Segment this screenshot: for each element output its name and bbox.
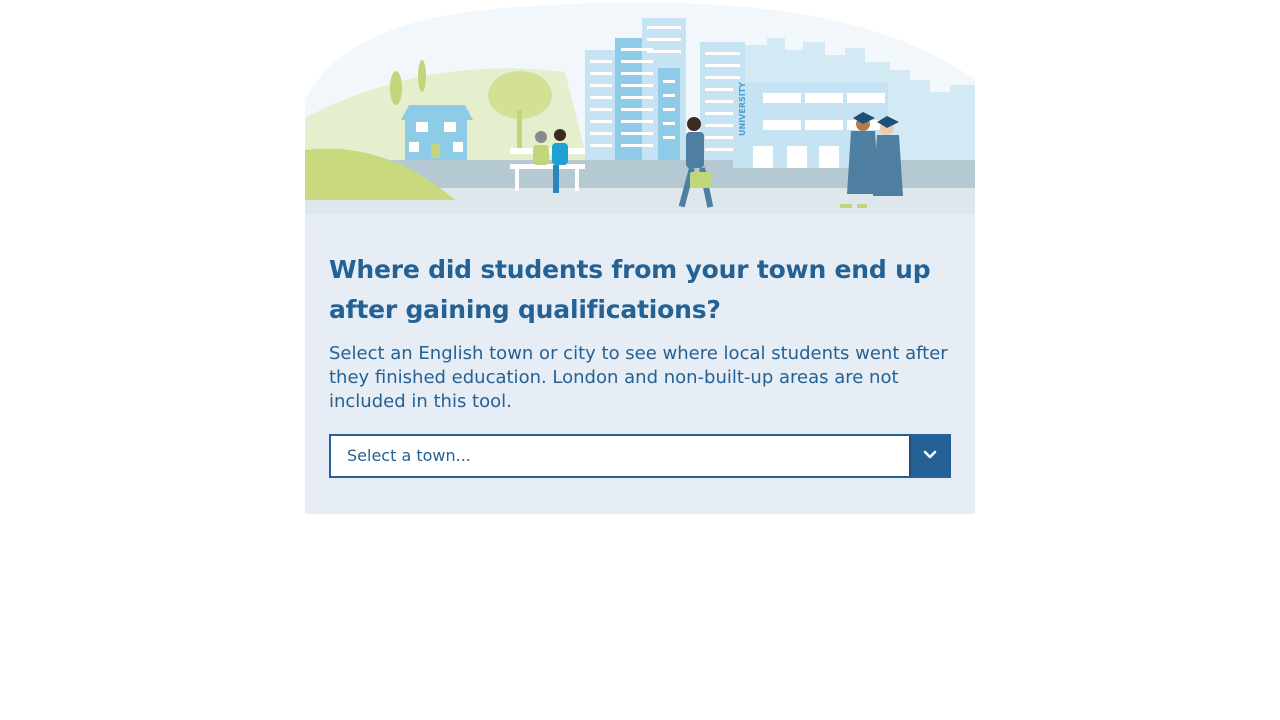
hero-illustration: UNIVERSITY: [305, 0, 975, 214]
town-select-placeholder: Select a town...: [347, 446, 471, 465]
town-selector-panel: Where did students from your town end up…: [305, 214, 975, 514]
city-illustration: UNIVERSITY: [305, 2, 975, 214]
town-select-toggle-button[interactable]: [909, 436, 949, 476]
university-sign: UNIVERSITY: [738, 82, 747, 136]
town-tool-card: UNIVERSITY Where did students from your …: [305, 0, 975, 514]
page-description: Select an English town or city to see wh…: [329, 343, 948, 412]
chevron-down-icon: [923, 450, 937, 459]
page-title: Where did students from your town end up…: [329, 255, 931, 324]
town-select[interactable]: Select a town...: [329, 434, 951, 478]
